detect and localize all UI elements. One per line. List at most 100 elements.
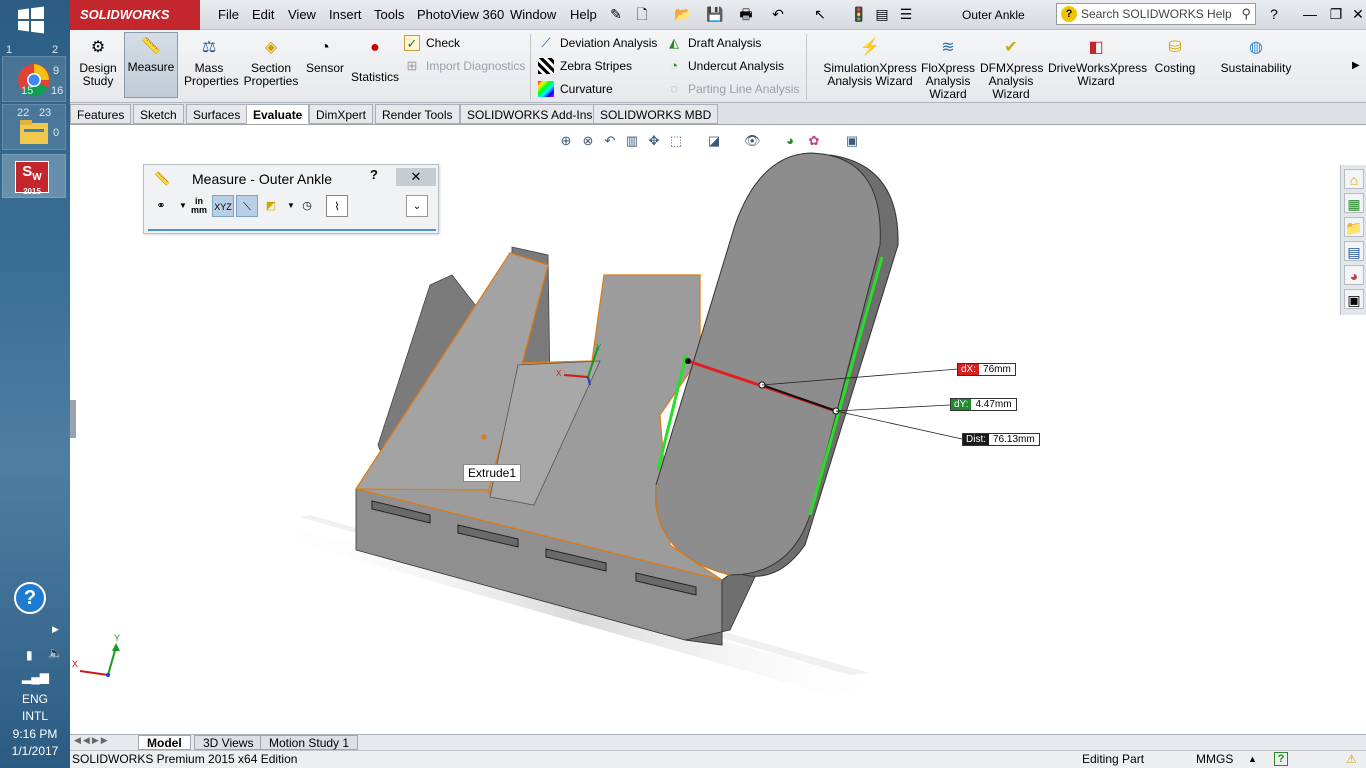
- tab-evaluate[interactable]: Evaluate: [246, 104, 310, 124]
- network-icon[interactable]: ▂▄▆: [22, 670, 49, 684]
- tab-scroll-arrows[interactable]: ◀◀▶▶: [74, 735, 110, 746]
- units-dropdown-icon[interactable]: ▲: [1248, 751, 1257, 768]
- status-units[interactable]: MMGS: [1196, 751, 1233, 768]
- zebra-stripes-button[interactable]: Zebra Stripes: [538, 57, 632, 75]
- open-folder-icon[interactable]: 📂: [674, 6, 691, 22]
- sustainability-button[interactable]: ◍ Sustainability: [1216, 34, 1296, 75]
- section-properties-button[interactable]: ◈ Section Properties: [242, 34, 300, 88]
- curvature-button[interactable]: Curvature: [538, 80, 613, 98]
- tab-solidworks-mbd[interactable]: SOLIDWORKS MBD: [593, 104, 719, 124]
- menu-tools[interactable]: Tools: [374, 7, 404, 22]
- check-button[interactable]: ✓ Check: [404, 34, 460, 52]
- appearances-scenes-icon[interactable]: ◕: [1344, 265, 1364, 285]
- tab-dimxpert[interactable]: DimXpert: [309, 104, 374, 124]
- menu-insert[interactable]: Insert: [329, 7, 362, 22]
- driveworksxpress-button[interactable]: ◧ DriveWorksXpress Wizard: [1048, 34, 1147, 88]
- solidworks-resources-icon[interactable]: ⌂: [1344, 169, 1364, 189]
- tab-solidworks-addins[interactable]: SOLIDWORKS Add-Ins: [460, 104, 600, 124]
- costing-button[interactable]: ⛁ Costing: [1150, 34, 1200, 75]
- design-study-button[interactable]: ⚙ Design Study: [76, 34, 120, 88]
- file-properties-icon[interactable]: ▤: [874, 6, 890, 22]
- tray-expand-icon[interactable]: ▶: [52, 624, 59, 635]
- measure-dialog-header[interactable]: 📏 Measure - Outer Ankle ? ✕: [144, 165, 438, 191]
- tab-motion-study[interactable]: Motion Study 1: [260, 735, 359, 750]
- tab-features[interactable]: Features: [70, 104, 132, 124]
- menu-file[interactable]: File: [218, 7, 239, 22]
- taskbar-file-explorer[interactable]: 22 23 0: [2, 104, 66, 150]
- pin-icon[interactable]: ✎: [608, 6, 624, 22]
- battery-icon[interactable]: ▮: [26, 648, 33, 662]
- statistics-button[interactable]: ● Statistics: [350, 34, 400, 84]
- restore-icon[interactable]: ❐: [1328, 6, 1344, 22]
- dfmxpress-button[interactable]: ✔ DFMXpress Analysis Wizard: [980, 34, 1043, 101]
- create-sensor-icon[interactable]: ⌇: [326, 195, 348, 217]
- measure-button[interactable]: 📏 Measure: [124, 32, 178, 98]
- menu-window[interactable]: Window: [510, 7, 556, 22]
- file-explorer-pane-icon[interactable]: 📁: [1344, 217, 1364, 237]
- arc-circle-measurements-icon[interactable]: ⚭: [150, 195, 172, 217]
- design-library-icon[interactable]: ▦: [1344, 193, 1364, 213]
- windows-start-icon[interactable]: [16, 6, 46, 34]
- help-icon[interactable]: ?: [14, 582, 46, 614]
- status-notification-icon[interactable]: ⚠: [1346, 751, 1357, 768]
- tab-3d-views[interactable]: 3D Views: [194, 735, 263, 750]
- dynamic-annotation-icon[interactable]: ✥: [646, 133, 662, 149]
- tab-sketch[interactable]: Sketch: [133, 104, 184, 124]
- hide-show-items-icon[interactable]: 👁: [744, 133, 761, 149]
- draft-analysis-button[interactable]: ◭ Draft Analysis: [666, 34, 761, 52]
- display-style-icon[interactable]: ◪: [706, 133, 722, 149]
- view-settings-icon[interactable]: ▣: [844, 133, 860, 149]
- projected-on-icon[interactable]: ◩: [260, 195, 282, 217]
- sensor-button[interactable]: ◔ Sensor: [304, 34, 346, 75]
- show-xyz-measurements-button[interactable]: XYZ: [212, 195, 234, 217]
- help-menu-icon[interactable]: ?: [1266, 6, 1282, 22]
- menu-view[interactable]: View: [288, 7, 316, 22]
- point-to-point-icon[interactable]: ⟍: [236, 195, 258, 217]
- mass-properties-button[interactable]: ⚖ Mass Properties: [184, 34, 239, 88]
- ribbon-expand-icon[interactable]: ▶: [1352, 60, 1360, 71]
- select-arrow-icon[interactable]: ↖: [812, 6, 828, 22]
- menu-edit[interactable]: Edit: [252, 7, 274, 22]
- measure-help-button[interactable]: ?: [370, 167, 378, 182]
- close-icon[interactable]: ✕: [1350, 6, 1366, 22]
- feature-tree-expand-handle[interactable]: [70, 400, 76, 438]
- measurement-history-icon[interactable]: ◷: [296, 195, 318, 217]
- taskbar-solidworks[interactable]: SW 2015: [2, 154, 66, 198]
- taskbar-chrome[interactable]: 9 16 15: [2, 56, 66, 102]
- print-icon[interactable]: 🖶: [738, 6, 754, 22]
- simulationxpress-button[interactable]: ⚡ SimulationXpress Analysis Wizard: [822, 34, 918, 88]
- custom-properties-icon[interactable]: ▣: [1344, 289, 1364, 309]
- tab-model[interactable]: Model: [138, 735, 191, 750]
- floxpress-button[interactable]: ≋ FloXpress Analysis Wizard: [920, 34, 976, 101]
- edit-appearance-icon[interactable]: ◕: [782, 133, 798, 149]
- minimize-icon[interactable]: —: [1302, 6, 1318, 22]
- undo-icon[interactable]: ↶: [770, 6, 786, 22]
- previous-view-icon[interactable]: ↶: [602, 133, 618, 149]
- solidworks-logo[interactable]: SOLIDWORKS: [70, 0, 200, 30]
- menu-photoview[interactable]: PhotoView 360: [417, 7, 504, 22]
- status-help-icon[interactable]: ?: [1274, 752, 1288, 766]
- measure-dialog[interactable]: 📏 Measure - Outer Ankle ? ✕ ⚭ ▼ in mm XYZ…: [143, 164, 439, 234]
- import-diagnostics-button[interactable]: ⊞ Import Diagnostics: [404, 57, 526, 75]
- tab-surfaces[interactable]: Surfaces: [186, 104, 248, 124]
- parting-line-analysis-button[interactable]: ◌ Parting Line Analysis: [666, 80, 799, 98]
- save-icon[interactable]: 💾: [706, 6, 723, 22]
- measure-close-button[interactable]: ✕: [396, 168, 436, 186]
- keyboard-layout[interactable]: INTL: [0, 709, 70, 723]
- clock-time[interactable]: 9:16 PM: [0, 727, 70, 741]
- zoom-to-fit-icon[interactable]: ⊕: [558, 133, 574, 149]
- graphics-area[interactable]: Y X Y X ⊕ ⊗ ↶ ▥ ✥ ⬚ ◪ 👁 ◕ ✿ ▣ ⧉ ◫ — ❐ ✕ …: [70, 125, 1340, 735]
- rebuild-icon[interactable]: 🚦: [850, 6, 867, 22]
- view-orientation-icon[interactable]: ⬚: [668, 133, 684, 149]
- volume-icon[interactable]: 🔈: [48, 646, 63, 660]
- search-icon[interactable]: ⚲: [1241, 4, 1251, 24]
- units-precision-button[interactable]: in mm: [188, 195, 210, 217]
- menu-help[interactable]: Help: [570, 7, 597, 22]
- tab-render-tools[interactable]: Render Tools: [375, 104, 460, 124]
- section-view-icon[interactable]: ▥: [624, 133, 640, 149]
- zoom-to-area-icon[interactable]: ⊗: [580, 133, 596, 149]
- new-document-icon[interactable]: 🗋: [634, 6, 650, 22]
- clock-date[interactable]: 1/1/2017: [0, 744, 70, 758]
- apply-scene-icon[interactable]: ✿: [806, 133, 822, 149]
- view-palette-icon[interactable]: ▤: [1344, 241, 1364, 261]
